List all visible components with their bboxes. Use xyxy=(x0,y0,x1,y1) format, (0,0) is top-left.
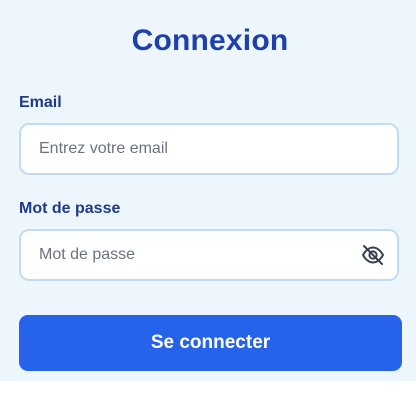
password-label: Mot de passe xyxy=(19,200,121,217)
login-screen: Connexion Email Mot de passe Se connecte… xyxy=(0,0,416,381)
password-field-box[interactable] xyxy=(19,229,399,281)
password-input[interactable] xyxy=(39,231,359,279)
page-title: Connexion xyxy=(131,24,289,57)
eye-off-icon[interactable] xyxy=(361,244,385,266)
email-label: Email xyxy=(19,94,62,111)
email-field-box[interactable] xyxy=(19,123,399,175)
email-input[interactable] xyxy=(39,125,359,173)
login-button[interactable]: Se connecter xyxy=(19,315,402,371)
